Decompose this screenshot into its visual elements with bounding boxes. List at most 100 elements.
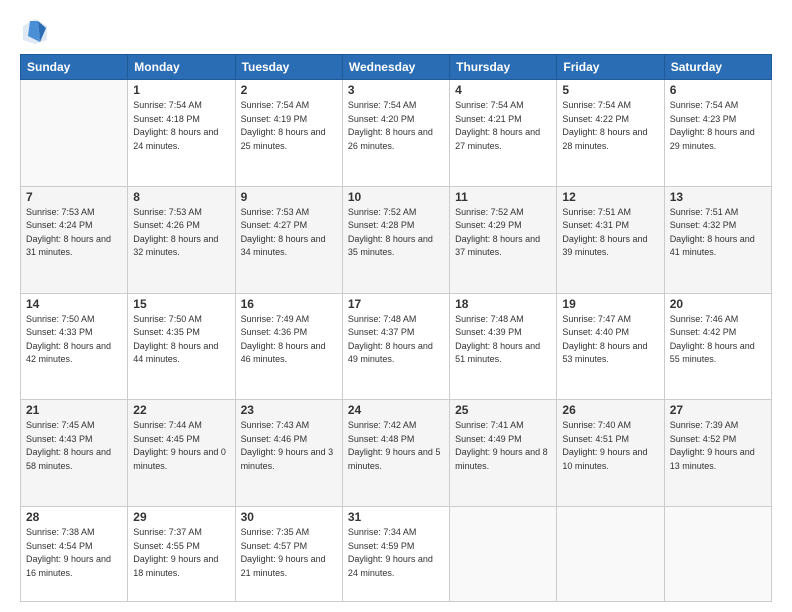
calendar-cell: 15 Sunrise: 7:50 AMSunset: 4:35 PMDayligh… [128, 293, 235, 400]
day-header-monday: Monday [128, 55, 235, 80]
day-number: 16 [241, 297, 337, 311]
calendar-cell [664, 507, 771, 602]
day-number: 6 [670, 83, 766, 97]
day-header-wednesday: Wednesday [342, 55, 449, 80]
calendar-cell: 8Sunrise: 7:53 AMSunset: 4:26 PMDaylight… [128, 186, 235, 293]
day-info: Sunrise: 7:37 AMSunset: 4:55 PMDaylight:… [133, 526, 229, 580]
day-number: 10 [348, 190, 444, 204]
day-info: Sunrise: 7:49 AMSunset: 4:36 PMDaylight:… [241, 313, 337, 367]
calendar-cell: 11 Sunrise: 7:52 AMSunset: 4:29 PMDayligh… [450, 186, 557, 293]
calendar-week-4: 28Sunrise: 7:38 AMSunset: 4:54 PMDayligh… [21, 507, 772, 602]
calendar-cell: 9Sunrise: 7:53 AMSunset: 4:27 PMDaylight… [235, 186, 342, 293]
day-info: Sunrise: 7:48 AMSunset: 4:39 PMDaylight:… [455, 313, 551, 367]
day-number: 23 [241, 403, 337, 417]
logo-icon [20, 16, 50, 46]
day-info: Sunrise: 7:53 AMSunset: 4:27 PMDaylight:… [241, 206, 337, 260]
day-info: Sunrise: 7:34 AMSunset: 4:59 PMDaylight:… [348, 526, 444, 580]
day-number: 2 [241, 83, 337, 97]
day-number: 26 [562, 403, 658, 417]
calendar-cell: 23Sunrise: 7:43 AMSunset: 4:46 PMDayligh… [235, 400, 342, 507]
day-number: 12 [562, 190, 658, 204]
day-number: 24 [348, 403, 444, 417]
day-number: 11 [455, 190, 551, 204]
day-info: Sunrise: 7:46 AMSunset: 4:42 PMDaylight:… [670, 313, 766, 367]
day-number: 5 [562, 83, 658, 97]
day-info: Sunrise: 7:51 AMSunset: 4:31 PMDaylight:… [562, 206, 658, 260]
calendar-cell: 21 Sunrise: 7:45 AMSunset: 4:43 PMDayligh… [21, 400, 128, 507]
day-info: Sunrise: 7:45 AMSunset: 4:43 PMDaylight:… [26, 419, 122, 473]
calendar-cell: 2 Sunrise: 7:54 AMSunset: 4:19 PMDaylight… [235, 80, 342, 187]
day-number: 18 [455, 297, 551, 311]
calendar-cell: 30 Sunrise: 7:35 AMSunset: 4:57 PMDayligh… [235, 507, 342, 602]
calendar-cell: 26 Sunrise: 7:40 AMSunset: 4:51 PMDayligh… [557, 400, 664, 507]
day-info: Sunrise: 7:54 AMSunset: 4:21 PMDaylight:… [455, 99, 551, 153]
calendar-cell: 29 Sunrise: 7:37 AMSunset: 4:55 PMDayligh… [128, 507, 235, 602]
day-info: Sunrise: 7:52 AMSunset: 4:28 PMDaylight:… [348, 206, 444, 260]
calendar-cell: 3Sunrise: 7:54 AMSunset: 4:20 PMDaylight… [342, 80, 449, 187]
day-info: Sunrise: 7:39 AMSunset: 4:52 PMDaylight:… [670, 419, 766, 473]
calendar-cell [21, 80, 128, 187]
day-info: Sunrise: 7:51 AMSunset: 4:32 PMDaylight:… [670, 206, 766, 260]
day-number: 29 [133, 510, 229, 524]
day-info: Sunrise: 7:54 AMSunset: 4:22 PMDaylight:… [562, 99, 658, 153]
calendar-cell [450, 507, 557, 602]
day-number: 8 [133, 190, 229, 204]
calendar-cell: 6Sunrise: 7:54 AMSunset: 4:23 PMDaylight… [664, 80, 771, 187]
day-info: Sunrise: 7:50 AMSunset: 4:35 PMDaylight:… [133, 313, 229, 367]
page: SundayMondayTuesdayWednesdayThursdayFrid… [0, 0, 792, 612]
day-info: Sunrise: 7:38 AMSunset: 4:54 PMDaylight:… [26, 526, 122, 580]
day-number: 22 [133, 403, 229, 417]
header [20, 16, 772, 46]
day-info: Sunrise: 7:35 AMSunset: 4:57 PMDaylight:… [241, 526, 337, 580]
day-info: Sunrise: 7:54 AMSunset: 4:19 PMDaylight:… [241, 99, 337, 153]
day-number: 7 [26, 190, 122, 204]
day-number: 1 [133, 83, 229, 97]
day-info: Sunrise: 7:53 AMSunset: 4:24 PMDaylight:… [26, 206, 122, 260]
calendar-cell: 19Sunrise: 7:47 AMSunset: 4:40 PMDayligh… [557, 293, 664, 400]
day-number: 31 [348, 510, 444, 524]
calendar-week-1: 7 Sunrise: 7:53 AMSunset: 4:24 PMDaylight… [21, 186, 772, 293]
day-number: 27 [670, 403, 766, 417]
day-number: 15 [133, 297, 229, 311]
calendar-cell: 12 Sunrise: 7:51 AMSunset: 4:31 PMDayligh… [557, 186, 664, 293]
calendar-cell: 20 Sunrise: 7:46 AMSunset: 4:42 PMDayligh… [664, 293, 771, 400]
day-info: Sunrise: 7:40 AMSunset: 4:51 PMDaylight:… [562, 419, 658, 473]
calendar-cell: 18 Sunrise: 7:48 AMSunset: 4:39 PMDayligh… [450, 293, 557, 400]
calendar-header-row: SundayMondayTuesdayWednesdayThursdayFrid… [21, 55, 772, 80]
calendar-cell: 13 Sunrise: 7:51 AMSunset: 4:32 PMDayligh… [664, 186, 771, 293]
calendar-week-2: 14 Sunrise: 7:50 AMSunset: 4:33 PMDayligh… [21, 293, 772, 400]
day-number: 30 [241, 510, 337, 524]
logo [20, 16, 54, 46]
day-number: 14 [26, 297, 122, 311]
day-header-tuesday: Tuesday [235, 55, 342, 80]
day-info: Sunrise: 7:50 AMSunset: 4:33 PMDaylight:… [26, 313, 122, 367]
calendar-cell: 28Sunrise: 7:38 AMSunset: 4:54 PMDayligh… [21, 507, 128, 602]
calendar-cell: 25Sunrise: 7:41 AMSunset: 4:49 PMDayligh… [450, 400, 557, 507]
day-info: Sunrise: 7:54 AMSunset: 4:18 PMDaylight:… [133, 99, 229, 153]
day-header-saturday: Saturday [664, 55, 771, 80]
calendar-cell: 31 Sunrise: 7:34 AMSunset: 4:59 PMDayligh… [342, 507, 449, 602]
day-number: 13 [670, 190, 766, 204]
day-info: Sunrise: 7:42 AMSunset: 4:48 PMDaylight:… [348, 419, 444, 473]
calendar-cell: 14 Sunrise: 7:50 AMSunset: 4:33 PMDayligh… [21, 293, 128, 400]
day-info: Sunrise: 7:41 AMSunset: 4:49 PMDaylight:… [455, 419, 551, 473]
day-number: 19 [562, 297, 658, 311]
day-header-friday: Friday [557, 55, 664, 80]
day-header-thursday: Thursday [450, 55, 557, 80]
calendar-cell: 5 Sunrise: 7:54 AMSunset: 4:22 PMDaylight… [557, 80, 664, 187]
day-number: 4 [455, 83, 551, 97]
calendar-cell: 27 Sunrise: 7:39 AMSunset: 4:52 PMDayligh… [664, 400, 771, 507]
calendar-week-0: 1 Sunrise: 7:54 AMSunset: 4:18 PMDaylight… [21, 80, 772, 187]
calendar-cell: 24 Sunrise: 7:42 AMSunset: 4:48 PMDayligh… [342, 400, 449, 507]
day-info: Sunrise: 7:52 AMSunset: 4:29 PMDaylight:… [455, 206, 551, 260]
calendar-cell: 7 Sunrise: 7:53 AMSunset: 4:24 PMDaylight… [21, 186, 128, 293]
day-number: 20 [670, 297, 766, 311]
day-info: Sunrise: 7:44 AMSunset: 4:45 PMDaylight:… [133, 419, 229, 473]
calendar-cell: 17Sunrise: 7:48 AMSunset: 4:37 PMDayligh… [342, 293, 449, 400]
day-header-sunday: Sunday [21, 55, 128, 80]
calendar-cell: 10 Sunrise: 7:52 AMSunset: 4:28 PMDayligh… [342, 186, 449, 293]
day-number: 17 [348, 297, 444, 311]
calendar-week-3: 21 Sunrise: 7:45 AMSunset: 4:43 PMDayligh… [21, 400, 772, 507]
day-number: 21 [26, 403, 122, 417]
day-number: 3 [348, 83, 444, 97]
